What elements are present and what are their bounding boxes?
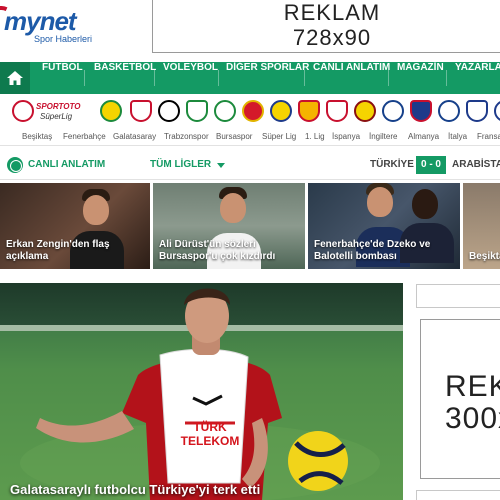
fenerbahce-crest-icon[interactable] [270,100,292,122]
sidebar-ad[interactable]: REKLAM 300x250 [420,319,500,479]
news-tile[interactable]: Ali Dürüst'ün sözleri Bursaspor'u çok kı… [153,183,305,269]
basaksehir-crest-icon[interactable] [382,100,404,122]
kasimpasa-crest-icon[interactable] [438,100,460,122]
nav-item-diger-sporlar[interactable]: DİĞER SPORLAR [226,62,309,94]
club-link-list: Beşiktaş Fenerbahçe Galatasaray Trabzons… [0,130,500,146]
kayserispor-crest-icon[interactable] [466,100,488,122]
live-commentary-link[interactable]: CANLI ANLATIM [28,159,105,170]
tff-crest-icon[interactable] [12,100,34,122]
news-tile[interactable]: Beşiktaş [463,183,500,269]
sidebar-widget[interactable] [416,284,500,308]
player-head [220,193,246,223]
club-link-fransa[interactable]: Fransa [477,132,500,141]
live-score-bar: CANLI ANLATIM TÜM LİGLER TÜRKİYE 0 - 0 A… [0,150,500,180]
top-ad-banner[interactable]: REKLAM 728x90 [152,0,500,53]
konyaspor-crest-icon[interactable] [494,100,500,122]
news-tile[interactable]: Erkan Zengin'den flaş açıklama [0,183,150,269]
featured-story-title: Galatasaraylı futbolcu Türkiye'yi terk e… [10,482,261,497]
nav-divider [388,70,389,86]
nav-item-canli-anlatim[interactable]: CANLI ANLATIM [313,62,390,94]
club-link-1-lig[interactable]: 1. Lig [305,132,325,141]
bursaspor-crest-icon[interactable] [186,100,208,122]
shirt-sponsor: TÜRK [193,419,227,434]
league-filter-dropdown[interactable]: TÜM LİGLER [150,159,211,170]
match-home-team[interactable]: TÜRKİYE [370,159,414,170]
main-nav: FUTBOL BASKETBOL VOLEYBOL DİĞER SPORLAR … [0,62,500,94]
news-tile-title: Ali Dürüst'ün sözleri Bursaspor'u çok kı… [159,239,276,262]
chevron-down-icon[interactable] [217,163,225,168]
player-head [367,187,393,217]
club-link-super-lig[interactable]: Süper Lig [262,132,296,141]
home-button[interactable] [0,62,30,94]
superlig-logo[interactable]: SPORTOTO SüperLig [36,100,92,124]
globe-icon [7,157,23,173]
sidebar-ad-size: 300x250 [445,402,500,435]
match-away-team[interactable]: ARABİSTAN [452,159,500,170]
news-tile-title: Beşiktaş [469,251,500,262]
superlig-logo-line1: SPORTOTO [36,102,81,111]
kardemir-karabuk-crest-icon[interactable] [410,100,432,122]
nav-item-magazin[interactable]: MAGAZİN [397,62,444,94]
home-icon [7,71,23,85]
match-score[interactable]: 0 - 0 [416,156,446,174]
logo-subtitle: Spor Haberleri [34,34,93,44]
gaziantepspor-crest-icon[interactable] [326,100,348,122]
eskisehirspor-crest-icon[interactable] [242,100,264,122]
nav-item-basketbol[interactable]: BASKETBOL [94,62,156,94]
sidebar-ad-label: REKLAM [445,370,500,403]
antalyaspor-crest-icon[interactable] [130,100,152,122]
news-tile-title: Fenerbahçe'de Dzeko ve Balotelli bombası [314,239,431,262]
featured-photo: TÜRK TELEKOM [20,288,380,500]
superlig-logo-line2: SüperLig [40,112,73,121]
nav-divider [218,70,219,86]
club-link-ingiltere[interactable]: İngiltere [369,132,397,141]
sidebar-widget[interactable] [416,490,500,500]
first-league-crest-icon[interactable] [100,100,122,122]
shirt-sponsor: TELEKOM [181,434,240,448]
club-link-trabzonspor[interactable]: Trabzonspor [164,132,209,141]
player-head [412,189,438,219]
nav-divider [304,70,305,86]
top-ad-label: REKLAM [283,0,381,25]
akhisar-crest-icon[interactable] [214,100,236,122]
nav-item-futbol[interactable]: FUTBOL [42,62,83,94]
featured-story[interactable]: TÜRK TELEKOM Galatasaraylı futbolcu Türk… [0,283,403,500]
news-tile[interactable]: Fenerbahçe'de Dzeko ve Balotelli bombası [308,183,460,269]
logo-wordmark: mynet [4,6,77,36]
nav-divider [84,70,85,86]
top-ad-size: 728x90 [292,25,372,50]
nav-item-voleybol[interactable]: VOLEYBOL [163,62,218,94]
nav-divider [154,70,155,86]
page: mynet Spor Haberleri REKLAM 728x90 FUTBO… [0,0,500,500]
club-link-galatasaray[interactable]: Galatasaray [113,132,156,141]
player-head [83,195,109,225]
galatasaray-crest-icon[interactable] [298,100,320,122]
club-link-bursaspor[interactable]: Bursaspor [216,132,252,141]
nav-item-yazarlar[interactable]: YAZARLAR [455,62,500,94]
besiktas-crest-icon[interactable] [158,100,180,122]
club-link-fenerbahce[interactable]: Fenerbahçe [63,132,106,141]
club-link-almanya[interactable]: Almanya [408,132,439,141]
genclerbirligi-crest-icon[interactable] [354,100,376,122]
club-link-besiktas[interactable]: Beşiktaş [22,132,52,141]
site-logo[interactable]: mynet Spor Haberleri [0,1,150,48]
club-link-italya[interactable]: İtalya [448,132,467,141]
news-tile-title: Erkan Zengin'den flaş açıklama [6,239,110,262]
club-link-ispanya[interactable]: İspanya [332,132,360,141]
nav-divider [446,70,447,86]
team-logo-strip: SPORTOTO SüperLig [0,96,500,126]
